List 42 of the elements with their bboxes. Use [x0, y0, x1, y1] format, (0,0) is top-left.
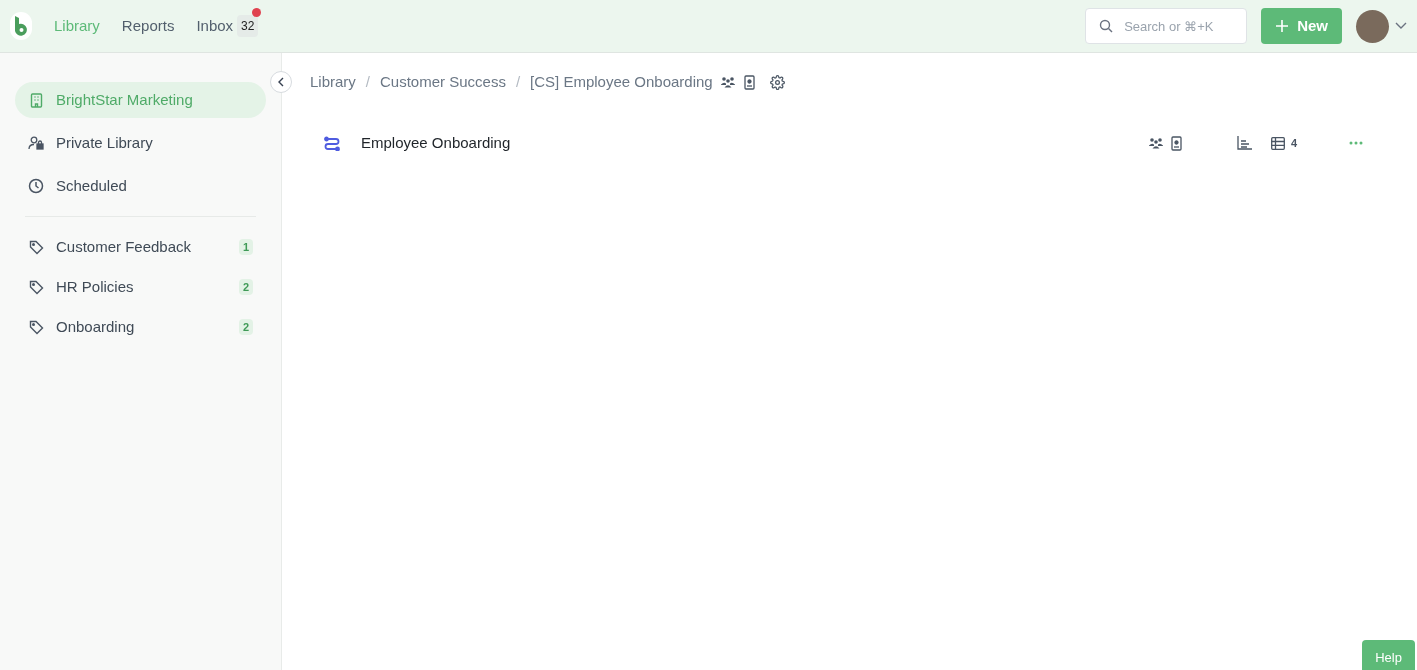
table-count: 4	[1270, 134, 1297, 152]
sidebar-item[interactable]: Scheduled	[15, 168, 266, 204]
id-badge-icon	[1170, 135, 1182, 151]
tag-label: HR Policies	[56, 276, 135, 297]
bar-chart-icon[interactable]	[1236, 136, 1252, 150]
breadcrumb-link[interactable]: [CS] Employee Onboarding	[530, 70, 713, 94]
id-badge-icon	[743, 74, 755, 90]
collapse-sidebar-button[interactable]	[270, 71, 292, 93]
tag-label: Customer Feedback	[56, 236, 193, 257]
tag-item[interactable]: Onboarding 2	[15, 309, 266, 345]
sidebar-item[interactable]: Private Library	[15, 125, 266, 161]
group-icon	[720, 76, 735, 88]
count-badge: 2	[238, 278, 253, 296]
tag-icon	[28, 319, 44, 335]
nav-tab[interactable]: Reports	[121, 14, 175, 38]
building-icon	[28, 92, 44, 108]
count-badge: 1	[238, 238, 253, 256]
tag-item[interactable]: Customer Feedback 1	[15, 229, 266, 265]
breadcrumb-separator: /	[365, 71, 371, 92]
app-logo-icon[interactable]	[10, 12, 32, 40]
nav-tab[interactable]: Inbox	[196, 14, 234, 38]
breadcrumb-separator: /	[515, 71, 521, 92]
tag-icon	[28, 279, 44, 295]
tag-icon	[28, 239, 44, 255]
workflow-icon	[324, 135, 340, 151]
search-field[interactable]: Search or ⌘+K	[1085, 8, 1248, 44]
clock-icon	[28, 178, 44, 194]
user-avatar[interactable]	[1356, 9, 1389, 43]
chevron-left-icon	[277, 77, 285, 87]
user-lock-icon	[28, 136, 44, 150]
chevron-down-icon[interactable]	[1395, 22, 1407, 30]
count-badge: 2	[238, 318, 253, 336]
breadcrumb-link[interactable]: Customer Success	[380, 70, 506, 94]
settings-icon[interactable]	[769, 74, 785, 90]
item-title[interactable]: Employee Onboarding	[361, 131, 511, 155]
group-icon	[1148, 137, 1163, 149]
tag-label: Onboarding	[56, 316, 136, 337]
search-icon	[1099, 19, 1114, 33]
more-icon[interactable]	[1349, 141, 1363, 145]
plus-icon	[1275, 19, 1290, 33]
tag-item[interactable]: HR Policies 2	[15, 269, 266, 305]
breadcrumb-link[interactable]: Library	[310, 70, 356, 94]
